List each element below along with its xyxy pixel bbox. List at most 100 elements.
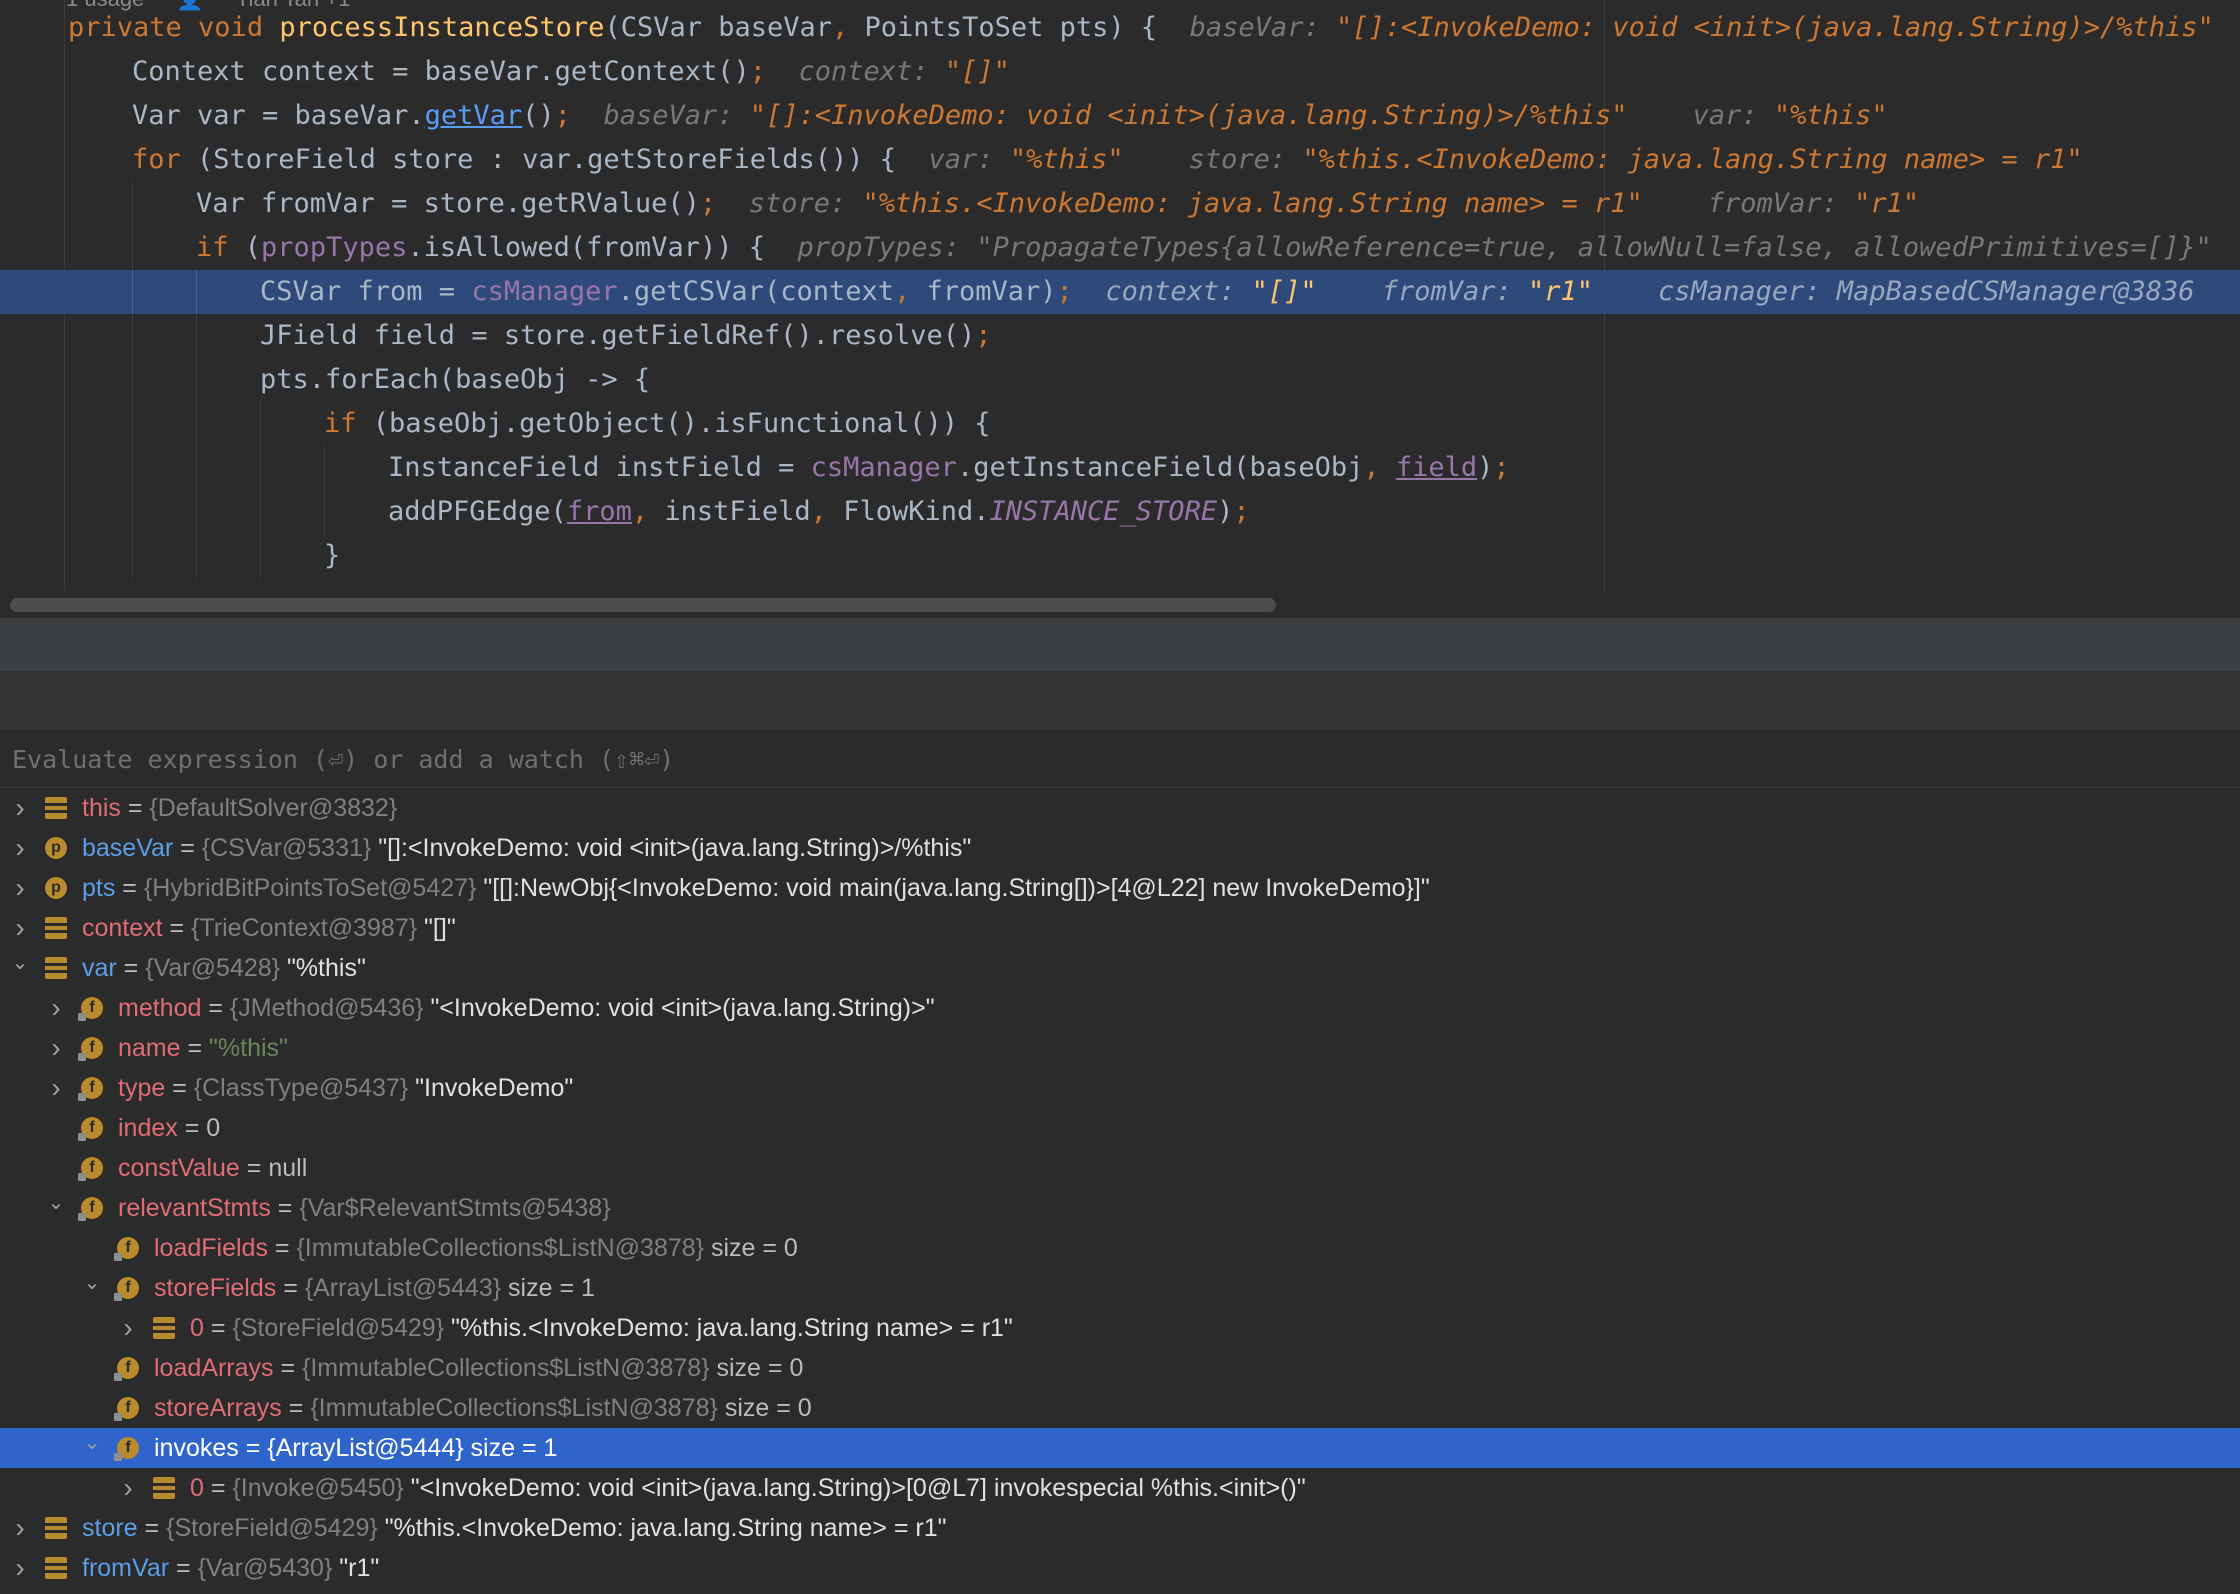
indent-guide	[196, 490, 197, 534]
chevron-right-icon[interactable]: ›	[8, 868, 32, 908]
variable-row-name[interactable]: › f name = "%this"	[0, 1028, 2240, 1068]
code-line-current[interactable]: CSVar from = csManager.getCSVar(context,…	[0, 270, 2240, 314]
variable-row-method[interactable]: › f method = {JMethod@5436} "<InvokeDemo: …	[0, 988, 2240, 1028]
variable-row-store[interactable]: › store = {StoreField@5429} "%this.<Invok…	[0, 1508, 2240, 1548]
hint-part: store:	[1123, 144, 1303, 175]
variable-text: loadFields = {ImmutableCollections$ListN…	[154, 1228, 798, 1268]
variable-row-this[interactable]: › this = {DefaultSolver@3832}	[0, 788, 2240, 828]
variable-row-loadArrays[interactable]: f loadArrays = {ImmutableCollections$List…	[0, 1348, 2240, 1388]
indent-guide	[132, 270, 133, 314]
lock-icon	[78, 1093, 86, 1101]
variable-row-var[interactable]: ⌄ var = {Var@5428} "%this"	[0, 948, 2240, 988]
variable-row-0[interactable]: › 0 = {StoreField@5429} "%this.<InvokeDem…	[0, 1308, 2240, 1348]
code-text: if (propTypes.isAllowed(fromVar)) { prop…	[196, 226, 2212, 270]
code-line[interactable]: for (StoreField store : var.getStoreFiel…	[0, 138, 2240, 182]
variable-name: var	[82, 954, 117, 982]
indent-guide	[132, 182, 133, 226]
local-variable-icon	[45, 1517, 67, 1539]
variable-row-0[interactable]: › 0 = {Invoke@5450} "<InvokeDemo: void <i…	[0, 1468, 2240, 1508]
variable-text: name = "%this"	[118, 1028, 288, 1068]
code-line[interactable]: pts.forEach(baseObj -> {	[0, 358, 2240, 402]
evaluate-expression-input[interactable]	[0, 731, 2240, 787]
object-reference: {Var$RelevantStmts@5438}	[299, 1194, 611, 1222]
field-icon: f	[114, 1397, 139, 1421]
object-reference: {ClassType@5437}	[193, 1074, 409, 1102]
chevron-right-icon[interactable]: ›	[44, 988, 68, 1028]
variable-name: 0	[190, 1474, 204, 1502]
variable-name: storeArrays	[154, 1394, 282, 1422]
code-token: ;	[554, 100, 571, 131]
local-variable-icon	[153, 1477, 175, 1499]
parameter-icon: p	[45, 877, 67, 899]
code-line[interactable]: if (baseObj.getObject().isFunctional()) …	[0, 402, 2240, 446]
local-variable-icon	[45, 1557, 67, 1579]
chevron-right-icon[interactable]: ›	[8, 828, 32, 868]
code-line[interactable]: InstanceField instField = csManager.getI…	[0, 446, 2240, 490]
code-line[interactable]: addPFGEdge(from, instField, FlowKind.INS…	[0, 490, 2240, 534]
chevron-down-icon[interactable]: ⌄	[80, 1268, 104, 1308]
code-text: private void processInstanceStore(CSVar …	[68, 6, 2214, 50]
evaluate-expression-bar[interactable]	[0, 731, 2240, 788]
lock-icon	[78, 1213, 86, 1221]
variable-value: "[]:<InvokeDemo: void <init>(java.lang.S…	[378, 834, 972, 862]
object-reference: {DefaultSolver@3832}	[149, 794, 398, 822]
code-token: ;	[1493, 452, 1510, 483]
equals-sign: =	[273, 1354, 302, 1382]
variable-row-constValue[interactable]: f constValue = null	[0, 1148, 2240, 1188]
inline-debug-value-hint: baseVar: "[]:<InvokeDemo: void <init>(ja…	[571, 100, 1887, 131]
code-line[interactable]: }	[0, 534, 2240, 578]
code-token: (CSVar baseVar	[604, 12, 833, 43]
chevron-down-icon[interactable]: ⌄	[8, 948, 32, 988]
object-reference: {ArrayList@5444}	[267, 1434, 464, 1462]
indent-guide	[132, 490, 133, 534]
object-reference: {StoreField@5429}	[232, 1314, 445, 1342]
indent-guide	[196, 358, 197, 402]
code-line[interactable]: Var var = baseVar.getVar(); baseVar: "[]…	[0, 94, 2240, 138]
code-editor[interactable]: 1 usage 👤 Tian Tan +1 private void proce…	[0, 0, 2240, 590]
chevron-down-icon[interactable]: ⌄	[80, 1428, 104, 1468]
inline-debug-value-hint: propTypes: "PropagateTypes{allowReferenc…	[765, 232, 2212, 263]
variable-row-pts[interactable]: › p pts = {HybridBitPointsToSet@5427} "[[]…	[0, 868, 2240, 908]
field-icon: f	[114, 1277, 139, 1301]
inline-debug-value-hint: context: "[]" fromVar: "r1" csManager: M…	[1073, 276, 2194, 307]
code-line[interactable]: Context context = baseVar.getContext(); …	[0, 50, 2240, 94]
horizontal-scrollbar[interactable]	[0, 590, 2240, 619]
variable-row-index[interactable]: f index = 0	[0, 1108, 2240, 1148]
variable-text: storeFields = {ArrayList@5443} size = 1	[154, 1268, 595, 1308]
lock-icon	[78, 1173, 86, 1181]
chevron-down-icon[interactable]: ⌄	[44, 1188, 68, 1228]
code-line[interactable]: Var fromVar = store.getRValue(); store: …	[0, 182, 2240, 226]
chevron-right-icon[interactable]: ›	[44, 1028, 68, 1068]
scrollbar-thumb[interactable]	[10, 598, 1276, 612]
local-variable-icon	[45, 917, 67, 939]
code-text: JField field = store.getFieldRef().resol…	[260, 314, 992, 358]
chevron-right-icon[interactable]: ›	[8, 1508, 32, 1548]
variable-row-type[interactable]: › f type = {ClassType@5437} "InvokeDemo"	[0, 1068, 2240, 1108]
chevron-right-icon[interactable]: ›	[8, 1548, 32, 1588]
variable-name: relevantStmts	[118, 1194, 271, 1222]
equals-sign: =	[201, 994, 230, 1022]
equals-sign: =	[281, 1394, 311, 1422]
variable-row-storeArrays[interactable]: f storeArrays = {ImmutableCollections$Lis…	[0, 1388, 2240, 1428]
variable-text: this = {DefaultSolver@3832}	[82, 788, 397, 828]
chevron-right-icon[interactable]: ›	[8, 908, 32, 948]
code-line[interactable]: private void processInstanceStore(CSVar …	[0, 6, 2240, 50]
equals-sign: =	[165, 1074, 194, 1102]
chevron-right-icon[interactable]: ›	[116, 1308, 140, 1348]
code-line[interactable]: JField field = store.getFieldRef().resol…	[0, 314, 2240, 358]
variable-row-relevantStmts[interactable]: ⌄ f relevantStmts = {Var$RelevantStmts@543…	[0, 1188, 2240, 1228]
variable-row-fromVar[interactable]: › fromVar = {Var@5430} "r1"	[0, 1548, 2240, 1588]
chevron-right-icon[interactable]: ›	[116, 1468, 140, 1508]
code-token[interactable]: getVar	[425, 100, 523, 131]
variable-row-context[interactable]: › context = {TrieContext@3987} "[]"	[0, 908, 2240, 948]
hint-part: "%this"	[1009, 144, 1124, 175]
chevron-right-icon[interactable]: ›	[44, 1068, 68, 1108]
variable-row-invokes[interactable]: ⌄ f invokes = {ArrayList@5444} size = 1	[0, 1428, 2240, 1468]
variable-row-baseVar[interactable]: › p baseVar = {CSVar@5331} "[]:<InvokeDemo…	[0, 828, 2240, 868]
hint-part: "[]"	[1251, 276, 1317, 307]
variable-row-storeFields[interactable]: ⌄ f storeFields = {ArrayList@5443} size = …	[0, 1268, 2240, 1308]
variable-row-loadFields[interactable]: f loadFields = {ImmutableCollections$List…	[0, 1228, 2240, 1268]
code-token: .isAllowed(fromVar)) {	[407, 232, 765, 263]
code-line[interactable]: if (propTypes.isAllowed(fromVar)) { prop…	[0, 226, 2240, 270]
chevron-right-icon[interactable]: ›	[8, 788, 32, 828]
